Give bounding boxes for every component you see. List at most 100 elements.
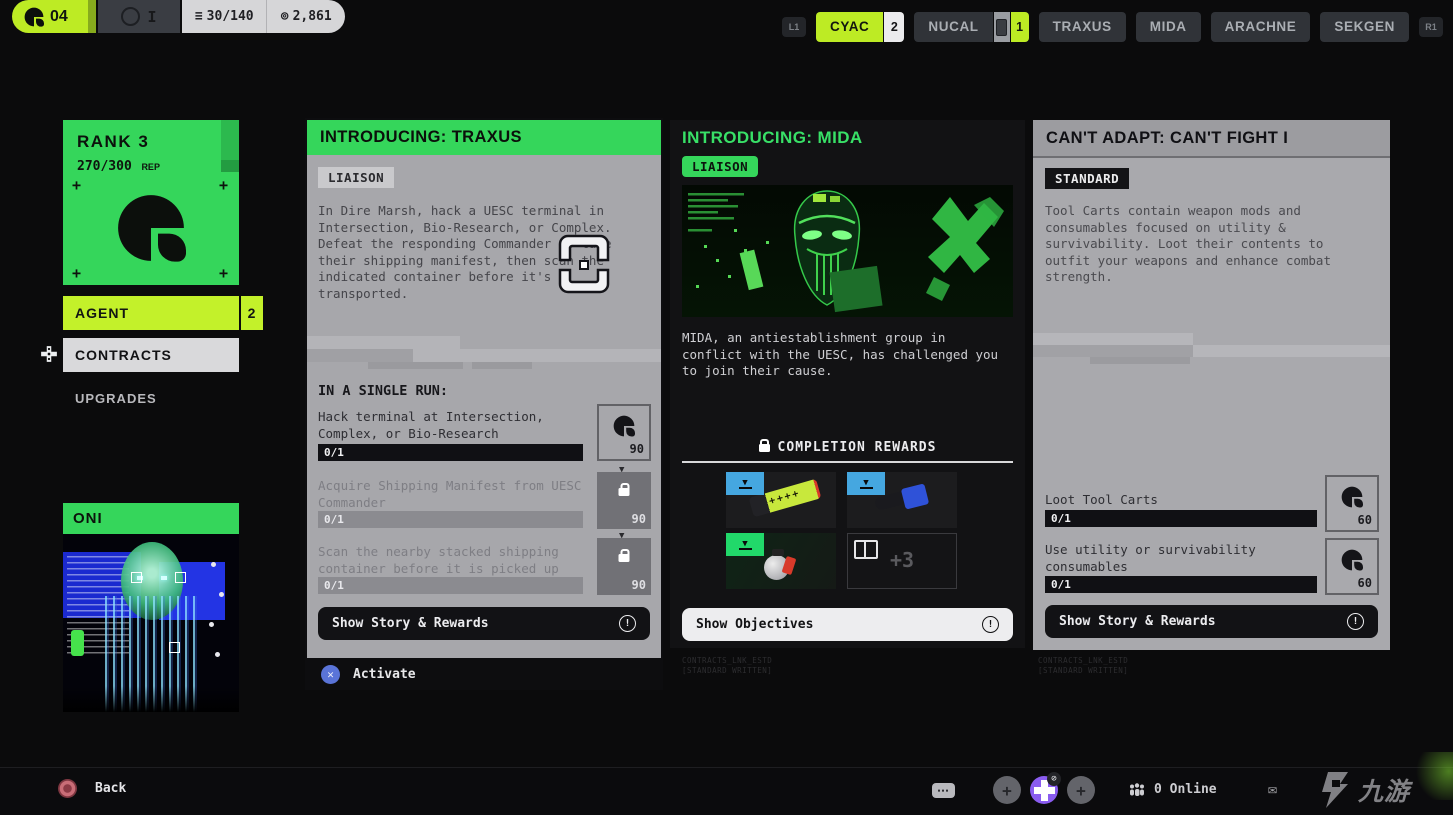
faction-tab-sekgen[interactable]: SEKGEN — [1320, 12, 1409, 42]
objective-text: Use utility or survivability consumables — [1045, 541, 1320, 575]
party-slot-add[interactable]: + — [993, 776, 1021, 804]
arc-logo-icon — [1341, 549, 1363, 571]
pixel-flower-icon — [1041, 787, 1048, 794]
edge-glow — [1412, 752, 1453, 800]
party-slot-add[interactable]: + — [1067, 776, 1095, 804]
sidebar-item-agent[interactable]: AGENT — [63, 296, 239, 330]
circle-outline-icon — [121, 7, 140, 26]
coin-icon: ⊚ — [281, 9, 289, 24]
sidebar-item-contracts[interactable]: CONTRACTS — [63, 338, 239, 372]
faction-tab-nucal[interactable]: NUCAL 1 — [914, 12, 1028, 42]
arc-logo-icon — [24, 7, 44, 27]
cross-button-icon: ✕ — [321, 665, 340, 684]
rank-card: RANK 3 270/300 REP + + + + — [63, 120, 239, 285]
inventory-stat: ≡ 30/140 — [182, 0, 267, 33]
claim-badge: ▼ — [847, 472, 885, 495]
progress-label: 0/1 — [324, 513, 344, 526]
redacted-bar — [1090, 357, 1190, 364]
corner-plus-icon: + — [219, 180, 228, 190]
faction-tab-traxus[interactable]: TRAXUS — [1039, 12, 1126, 42]
redacted-bar — [1033, 345, 1193, 357]
mida-portrait — [682, 185, 1013, 317]
card-description: Tool Carts contain weapon mods and consu… — [1045, 203, 1363, 286]
claim-badge: ▼ — [726, 533, 764, 556]
corner-plus-icon: + — [219, 268, 228, 278]
currency-stat: ⊚ 2,861 — [267, 0, 345, 33]
contract-card-standard: CAN'T ADAPT: CAN'T FIGHT I STANDARD Tool… — [1033, 120, 1390, 650]
rank-title: RANK 3 — [77, 132, 149, 152]
card-tag: STANDARD — [1045, 168, 1129, 189]
faction-tab-arachne[interactable]: ARACHNE — [1211, 12, 1311, 42]
reward-box: 60 — [1325, 538, 1379, 595]
mail-icon[interactable]: ✉ — [1268, 780, 1277, 798]
debug-code: CONTRACTS_LNK_ESTD[STANDARD WRITTEN] — [682, 656, 772, 676]
show-story-button[interactable]: Show Story & Rewards ! — [1045, 605, 1378, 638]
reward-value: 90 — [630, 442, 644, 456]
progress-bar: 0/1 — [1045, 510, 1317, 527]
show-objectives-button[interactable]: Show Objectives ! — [682, 608, 1013, 641]
plus-icon: + — [1076, 781, 1086, 800]
rewards-divider — [682, 461, 1013, 463]
progress-bar: 0/1 — [1045, 576, 1317, 593]
redacted-bar — [472, 362, 532, 369]
lock-icon — [619, 554, 630, 562]
corner-plus-icon: + — [72, 180, 81, 190]
rep-value: 270/300 — [77, 159, 132, 174]
redacted-bar — [307, 349, 413, 362]
people-icon — [1128, 782, 1146, 797]
faction-tab-badge: 2 — [884, 12, 904, 42]
faction-tab-cyac[interactable]: CYAC 2 — [816, 12, 904, 42]
online-status: 0 Online — [1128, 782, 1217, 797]
single-run-header: IN A SINGLE RUN: — [318, 383, 448, 399]
show-story-button[interactable]: Show Story & Rewards ! — [318, 607, 650, 640]
reward-overflow-tile[interactable]: +3 — [847, 533, 957, 589]
back-button[interactable]: Back — [58, 779, 126, 798]
card-title: INTRODUCING: MIDA — [682, 128, 863, 148]
nine-game-icon — [1318, 770, 1352, 810]
squad-number: 04 — [50, 8, 68, 26]
card-title: CAN'T ADAPT: CAN'T FIGHT I — [1033, 120, 1390, 158]
objective-text: Loot Tool Carts — [1045, 491, 1320, 508]
squad-badge: 04 — [12, 0, 96, 33]
progress-label: 0/1 — [324, 446, 344, 459]
reward-value: 90 — [632, 512, 646, 526]
chat-icon[interactable]: ▪▪▪ — [932, 783, 955, 798]
reward-overflow-count: +3 — [848, 548, 956, 572]
card-tag: LIAISON — [318, 167, 394, 188]
mic-muted-badge: ⊘ — [1047, 772, 1061, 786]
info-icon: ! — [619, 615, 636, 632]
progress-bar: 0/1 — [318, 511, 583, 528]
info-icon: ! — [982, 616, 999, 633]
circle-button-icon — [58, 779, 77, 798]
reward-value: 90 — [632, 578, 646, 592]
contracts-screen: 04 I ≡ 30/140 ⊚ 2,861 L1 CYAC 2 NUCAL — [0, 0, 1453, 815]
badge-edge — [88, 0, 96, 33]
progress-label: 0/1 — [1051, 512, 1071, 525]
reward-tile[interactable]: ▼ — [847, 472, 957, 528]
corner-plus-icon: + — [72, 268, 81, 278]
progress-label: 0/1 — [324, 579, 344, 592]
reward-box: 90 — [597, 404, 651, 461]
redacted-bar — [307, 336, 460, 349]
shoulder-right-hint: R1 — [1419, 17, 1443, 37]
shoulder-left-hint: L1 — [782, 17, 806, 37]
tray-icon: ▼ — [739, 540, 752, 550]
faction-tabs: L1 CYAC 2 NUCAL 1 TRAXUS MIDA ARACHNE SE… — [782, 12, 1443, 42]
activate-label: Activate — [353, 667, 416, 682]
oni-label: ONI — [73, 510, 103, 527]
watermark-text: 九游 — [1358, 772, 1410, 808]
dpad-icon — [40, 345, 58, 363]
mode-label: I — [147, 8, 156, 26]
activate-bar[interactable]: ✕ Activate — [307, 660, 661, 688]
party-avatar[interactable]: ⊘ — [1030, 776, 1058, 804]
progress-bar: 0/1 — [318, 444, 583, 461]
sidebar-item-upgrades[interactable]: UPGRADES — [63, 381, 239, 415]
mode-indicator: I — [98, 0, 180, 33]
objective-text: Acquire Shipping Manifest from UESC Comm… — [318, 477, 590, 511]
reward-tile[interactable]: ++++ ▼ — [726, 472, 836, 528]
tray-icon: ▼ — [739, 479, 752, 489]
agent-count-badge: 2 — [241, 296, 263, 330]
arc-logo-icon — [116, 193, 186, 263]
faction-tab-mida[interactable]: MIDA — [1136, 12, 1201, 42]
reward-tile[interactable]: ▼ — [726, 533, 836, 589]
